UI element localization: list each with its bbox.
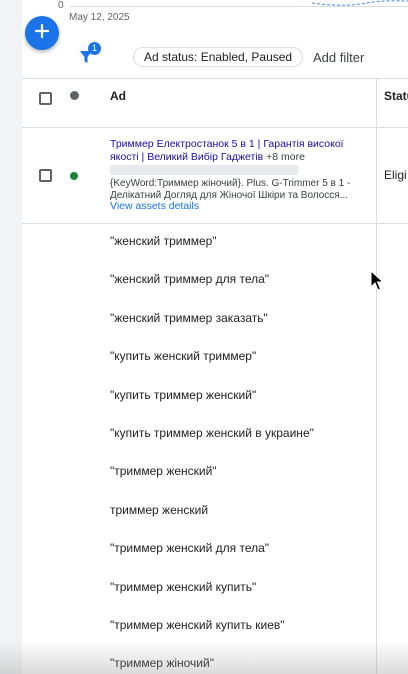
view-assets-details-link[interactable]: View assets details [110, 200, 199, 212]
list-item: "триммер женский купить" [110, 579, 257, 594]
eligible-status-dot [70, 172, 78, 180]
list-item: "женский триммер для тела" [110, 272, 270, 287]
add-filter-button[interactable]: Add filter [313, 50, 364, 65]
keyword-list: "женский триммер" "женский триммер для т… [110, 224, 370, 674]
create-button[interactable] [25, 16, 59, 50]
plus-icon [34, 23, 50, 44]
left-rail [0, 0, 22, 674]
chart-series-line [311, 0, 408, 6]
ad-status-text: Eligi [384, 168, 407, 182]
list-item: "купить женский триммер" [110, 349, 257, 364]
ad-status-filter-chip[interactable]: Ad status: Enabled, Paused [133, 47, 304, 67]
list-item: "триммер женский для тела" [110, 541, 270, 556]
list-item: "женский триммер" [110, 234, 217, 248]
chart-strip: 0 May 12, 2025 [22, 0, 408, 28]
column-header-status[interactable]: Statu [384, 89, 408, 103]
list-item: триммер женский [110, 502, 209, 517]
list-item: "женский триммер заказать" [110, 310, 268, 325]
filter-bar: 1 Ad status: Enabled, Paused Add filter [22, 38, 408, 78]
more-headlines-label: +8 more [266, 151, 305, 163]
row-checkbox[interactable] [39, 169, 52, 182]
redacted-url-placeholder [110, 165, 298, 175]
table-row: Триммер Електростанок 5 в 1 | Гарантія в… [22, 128, 408, 224]
select-all-checkbox[interactable] [39, 92, 52, 105]
list-item: "купить триммер женский в украине" [110, 425, 314, 440]
filter-count-badge: 1 [88, 42, 101, 55]
list-item: "триммер жіночий" [110, 656, 214, 671]
ad-headline-text: Триммер Електростанок 5 в 1 | Гарантія в… [110, 138, 344, 163]
status-column-header-icon [70, 91, 79, 100]
ad-headline[interactable]: Триммер Електростанок 5 в 1 | Гарантія в… [110, 138, 372, 164]
list-item: "триммер женский" [110, 464, 217, 479]
mouse-pointer-icon [370, 269, 385, 297]
list-item: "купить триммер женский" [110, 387, 257, 402]
list-item: "триммер женский купить киев" [110, 617, 285, 632]
ad-description-line-1: {KeyWord:Триммер жіночий}. Plus. G-Trimm… [110, 178, 351, 189]
column-header-ad[interactable]: Ad [110, 89, 126, 103]
chart-x-date-label: May 12, 2025 [69, 12, 130, 23]
main-panel: 0 May 12, 2025 1 Ad status: Enabled, Pau… [22, 0, 408, 674]
table-header: Ad Statu [22, 78, 408, 128]
